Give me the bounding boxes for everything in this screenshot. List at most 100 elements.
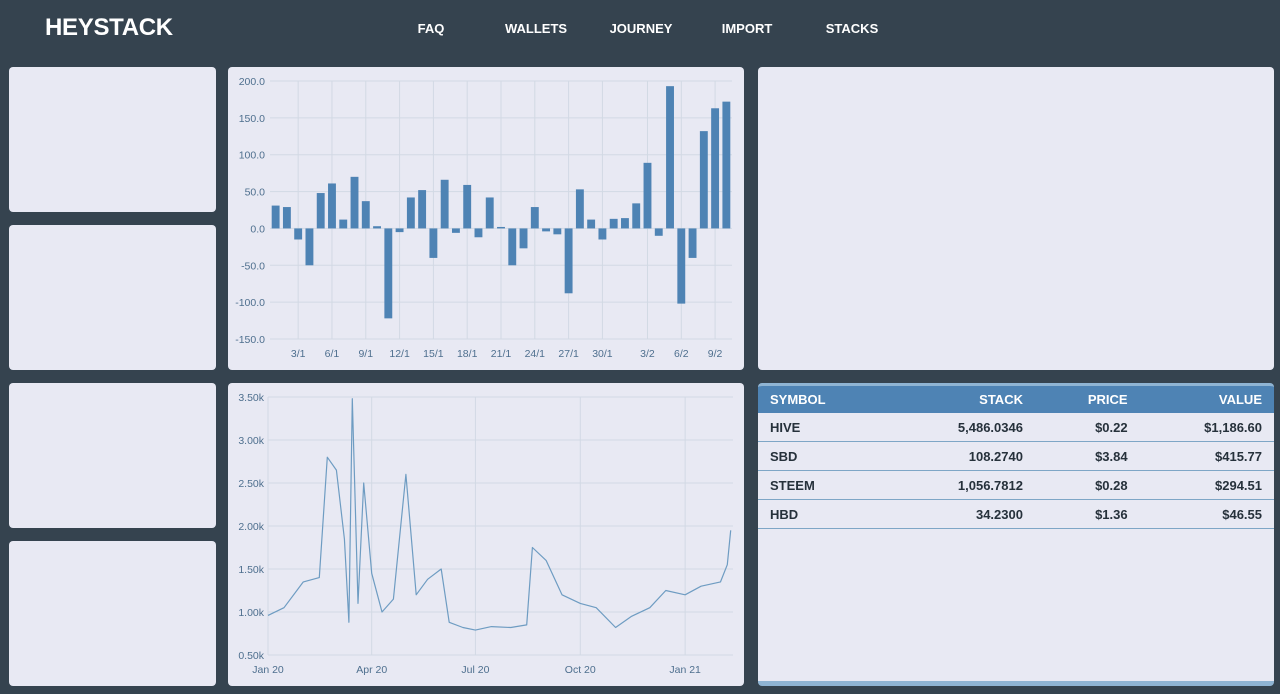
bar[interactable] — [361, 201, 370, 229]
nav-link-import[interactable]: IMPORT — [722, 21, 773, 36]
summary-card-4 — [9, 541, 216, 686]
table-row[interactable]: HBD 34.2300 $1.36 $46.55 — [758, 499, 1274, 529]
bar[interactable] — [282, 207, 291, 229]
bar[interactable] — [621, 218, 629, 229]
x-tick-label: 12/1 — [389, 348, 410, 360]
cell-price: $0.28 — [1034, 470, 1140, 500]
bar[interactable] — [384, 228, 393, 319]
bar[interactable] — [575, 189, 584, 229]
cell-price: $3.84 — [1034, 441, 1140, 471]
bar[interactable] — [294, 228, 303, 240]
nav-link-wallets[interactable]: WALLETS — [505, 21, 567, 36]
bar[interactable] — [328, 183, 336, 229]
bar[interactable] — [395, 228, 404, 233]
bar[interactable] — [429, 228, 438, 258]
x-tick-label: 6/2 — [674, 348, 689, 360]
x-tick-label: 24/1 — [525, 348, 546, 360]
line-chart-grid — [267, 396, 733, 656]
summary-card-2 — [9, 225, 216, 370]
bar[interactable] — [485, 197, 494, 229]
bar[interactable] — [497, 226, 505, 229]
bar[interactable] — [666, 86, 674, 229]
bar[interactable] — [508, 228, 517, 266]
y-tick-label: 0.0 — [250, 223, 265, 235]
table-row[interactable]: STEEM 1,056.7812 $0.28 $294.51 — [758, 470, 1274, 500]
table-row[interactable]: HIVE 5,486.0346 $0.22 $1,186.60 — [758, 413, 1274, 442]
cell-symbol: HIVE — [758, 413, 889, 442]
bar[interactable] — [677, 228, 686, 304]
bar[interactable] — [542, 228, 551, 232]
bar[interactable] — [519, 228, 528, 249]
bar[interactable] — [474, 228, 483, 238]
y-tick-label: 1.50k — [238, 564, 264, 576]
bar[interactable] — [598, 228, 607, 240]
x-tick-label: 6/1 — [325, 348, 340, 360]
bar[interactable] — [271, 205, 280, 229]
cell-symbol: STEEM — [758, 470, 889, 500]
x-tick-label: 9/2 — [708, 348, 723, 360]
x-tick-label: 3/1 — [291, 348, 306, 360]
bar[interactable] — [564, 228, 573, 294]
bar[interactable] — [373, 226, 381, 229]
bar[interactable] — [699, 131, 708, 229]
y-tick-label: 3.00k — [238, 435, 264, 447]
cell-stack: 1,056.7812 — [888, 470, 1035, 500]
bar[interactable] — [440, 179, 449, 229]
y-tick-label: 150.0 — [239, 113, 265, 125]
y-tick-label: 1.00k — [238, 607, 264, 619]
bar[interactable] — [305, 228, 314, 266]
table-row[interactable]: SBD 108.2740 $3.84 $415.77 — [758, 441, 1274, 471]
table-header-row: SYMBOL STACK PRICE VALUE — [758, 386, 1274, 413]
x-tick-label: 18/1 — [457, 348, 478, 360]
x-tick-label: 30/1 — [592, 348, 613, 360]
cell-symbol: HBD — [758, 499, 889, 529]
bar[interactable] — [463, 184, 472, 229]
bar[interactable] — [451, 228, 460, 233]
bar[interactable] — [406, 197, 415, 229]
column-header-symbol[interactable]: SYMBOL — [758, 386, 889, 413]
column-header-value[interactable]: VALUE — [1139, 386, 1274, 413]
bar[interactable] — [609, 218, 618, 229]
app-logo[interactable]: HEYSTACK — [45, 14, 173, 42]
bar[interactable] — [688, 228, 697, 258]
y-tick-label: 2.00k — [238, 521, 264, 533]
cell-stack: 5,486.0346 — [888, 413, 1035, 442]
x-tick-label: Apr 20 — [356, 664, 387, 676]
y-tick-label: 50.0 — [245, 187, 266, 199]
cell-value: $294.51 — [1139, 470, 1274, 500]
stack-table-panel: SYMBOL STACK PRICE VALUE HIVE 5,486.0346… — [758, 383, 1274, 686]
y-tick-label: 3.50k — [238, 392, 264, 404]
bar[interactable] — [530, 207, 539, 229]
bar[interactable] — [553, 228, 562, 235]
bar[interactable] — [339, 219, 348, 229]
bar[interactable] — [316, 193, 325, 229]
cell-price: $0.22 — [1034, 413, 1140, 442]
cell-stack: 108.2740 — [888, 441, 1035, 471]
bar[interactable] — [643, 162, 652, 229]
bar[interactable] — [587, 219, 596, 229]
cell-price: $1.36 — [1034, 499, 1140, 529]
x-tick-label: Jan 20 — [252, 664, 284, 676]
y-tick-label: -50.0 — [241, 260, 265, 272]
bar[interactable] — [350, 176, 359, 229]
x-tick-label: 3/2 — [640, 348, 655, 360]
bar[interactable] — [722, 101, 731, 229]
y-tick-label: 100.0 — [239, 150, 265, 162]
x-tick-label: Jul 20 — [461, 664, 489, 676]
y-tick-label: 2.50k — [238, 478, 264, 490]
nav-link-journey[interactable]: JOURNEY — [610, 21, 673, 36]
bar[interactable] — [418, 190, 427, 229]
stack-table: SYMBOL STACK PRICE VALUE HIVE 5,486.0346… — [758, 386, 1274, 529]
nav-link-stacks[interactable]: STACKS — [826, 21, 878, 36]
price-series-line[interactable] — [267, 398, 732, 631]
bar[interactable] — [711, 108, 720, 229]
column-header-price[interactable]: PRICE — [1034, 386, 1140, 413]
bar[interactable] — [654, 228, 663, 236]
cell-value: $415.77 — [1139, 441, 1274, 471]
column-header-stack[interactable]: STACK — [888, 386, 1035, 413]
empty-panel — [758, 67, 1274, 370]
y-tick-label: 200.0 — [239, 76, 265, 88]
bar-chart: 200.0 150.0 100.0 50.0 0.0 -50.0 -100.0 -150.0 3… — [235, 76, 732, 360]
nav-link-faq[interactable]: FAQ — [418, 21, 445, 36]
bar[interactable] — [632, 203, 641, 229]
